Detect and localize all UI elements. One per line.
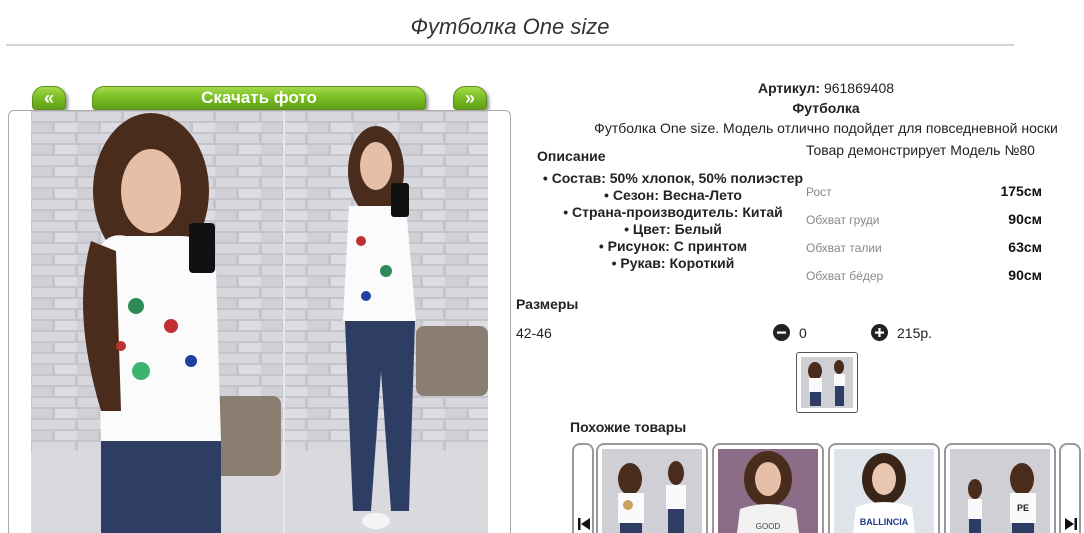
article-label: Артикул: bbox=[757, 80, 821, 96]
model-title: Товар демонстрирует Модель №80 bbox=[806, 142, 1035, 158]
article-line: Артикул: 961869408 bbox=[520, 80, 1084, 96]
similar-products-heading: Похожие товары bbox=[570, 419, 687, 435]
article-value: 961869408 bbox=[823, 80, 895, 96]
next-photo-button[interactable]: » bbox=[453, 86, 487, 110]
measurement-row: Рост 175см bbox=[806, 181, 1042, 203]
plus-circle-icon[interactable] bbox=[871, 324, 888, 341]
measurement-row: Обхват талии 63см bbox=[806, 237, 1042, 259]
measurement-row: Обхват бёдер 90см bbox=[806, 265, 1042, 287]
measurement-label: Обхват бёдер bbox=[806, 269, 884, 283]
description-item: • Рукав: Короткий bbox=[611, 255, 735, 271]
similar-product-card[interactable]: GOOD bbox=[712, 443, 824, 533]
similar-product-image: PE bbox=[950, 449, 1050, 533]
product-short-description: Футболка One size. Модель отлично подойд… bbox=[594, 120, 1058, 136]
title-divider bbox=[6, 44, 1014, 46]
similar-prev-button[interactable] bbox=[572, 443, 594, 533]
price-value: 215р. bbox=[897, 325, 933, 341]
description-heading: Описание bbox=[537, 148, 606, 164]
photo-thumbnail[interactable] bbox=[796, 352, 858, 413]
description-item: • Рисунок: С принтом bbox=[598, 238, 748, 254]
download-photo-button[interactable]: Скачать фото bbox=[92, 86, 426, 110]
similar-next-button[interactable] bbox=[1059, 443, 1081, 533]
description-item: • Цвет: Белый bbox=[624, 221, 722, 237]
description-item: • Сезон: Весна-Лето bbox=[604, 187, 742, 203]
skip-forward-icon bbox=[1065, 517, 1077, 533]
sizes-heading: Размеры bbox=[516, 296, 579, 312]
description-item: • Состав: 50% хлопок, 50% полиэстер bbox=[542, 170, 804, 186]
minus-circle-icon[interactable] bbox=[773, 324, 790, 341]
measurement-value: 175см bbox=[1000, 183, 1042, 199]
similar-product-card[interactable]: PE bbox=[944, 443, 1056, 533]
measurement-label: Рост bbox=[806, 185, 832, 199]
quantity-value: 0 bbox=[799, 325, 807, 341]
shirt-print-text: BALLINCIA bbox=[860, 517, 909, 527]
similar-product-card[interactable]: BALLINCIA bbox=[828, 443, 940, 533]
description-item: • Страна-производитель: Китай bbox=[563, 204, 783, 220]
shirt-print-text: GOOD bbox=[756, 522, 781, 531]
skip-back-icon bbox=[578, 517, 590, 533]
measurement-value: 90см bbox=[1008, 267, 1042, 283]
measurement-value: 90см bbox=[1008, 211, 1042, 227]
measurement-label: Обхват груди bbox=[806, 213, 880, 227]
similar-product-image: GOOD bbox=[718, 449, 818, 533]
similar-product-image bbox=[602, 449, 702, 533]
measurement-row: Обхват груди 90см bbox=[806, 209, 1042, 231]
size-value: 42-46 bbox=[516, 325, 552, 341]
page-title: Футболка One size bbox=[410, 14, 610, 39]
product-type: Футболка bbox=[792, 100, 860, 116]
main-product-photo[interactable] bbox=[31, 111, 488, 533]
similar-product-image: BALLINCIA bbox=[834, 449, 934, 533]
measurement-value: 63см bbox=[1008, 239, 1042, 255]
similar-product-card[interactable] bbox=[596, 443, 708, 533]
measurement-label: Обхват талии bbox=[806, 241, 882, 255]
description-list: • Состав: 50% хлопок, 50% полиэстер • Се… bbox=[520, 170, 826, 272]
shirt-print-text: PE bbox=[1017, 503, 1029, 513]
prev-photo-button[interactable]: « bbox=[32, 86, 66, 110]
main-photo-frame bbox=[8, 110, 511, 533]
